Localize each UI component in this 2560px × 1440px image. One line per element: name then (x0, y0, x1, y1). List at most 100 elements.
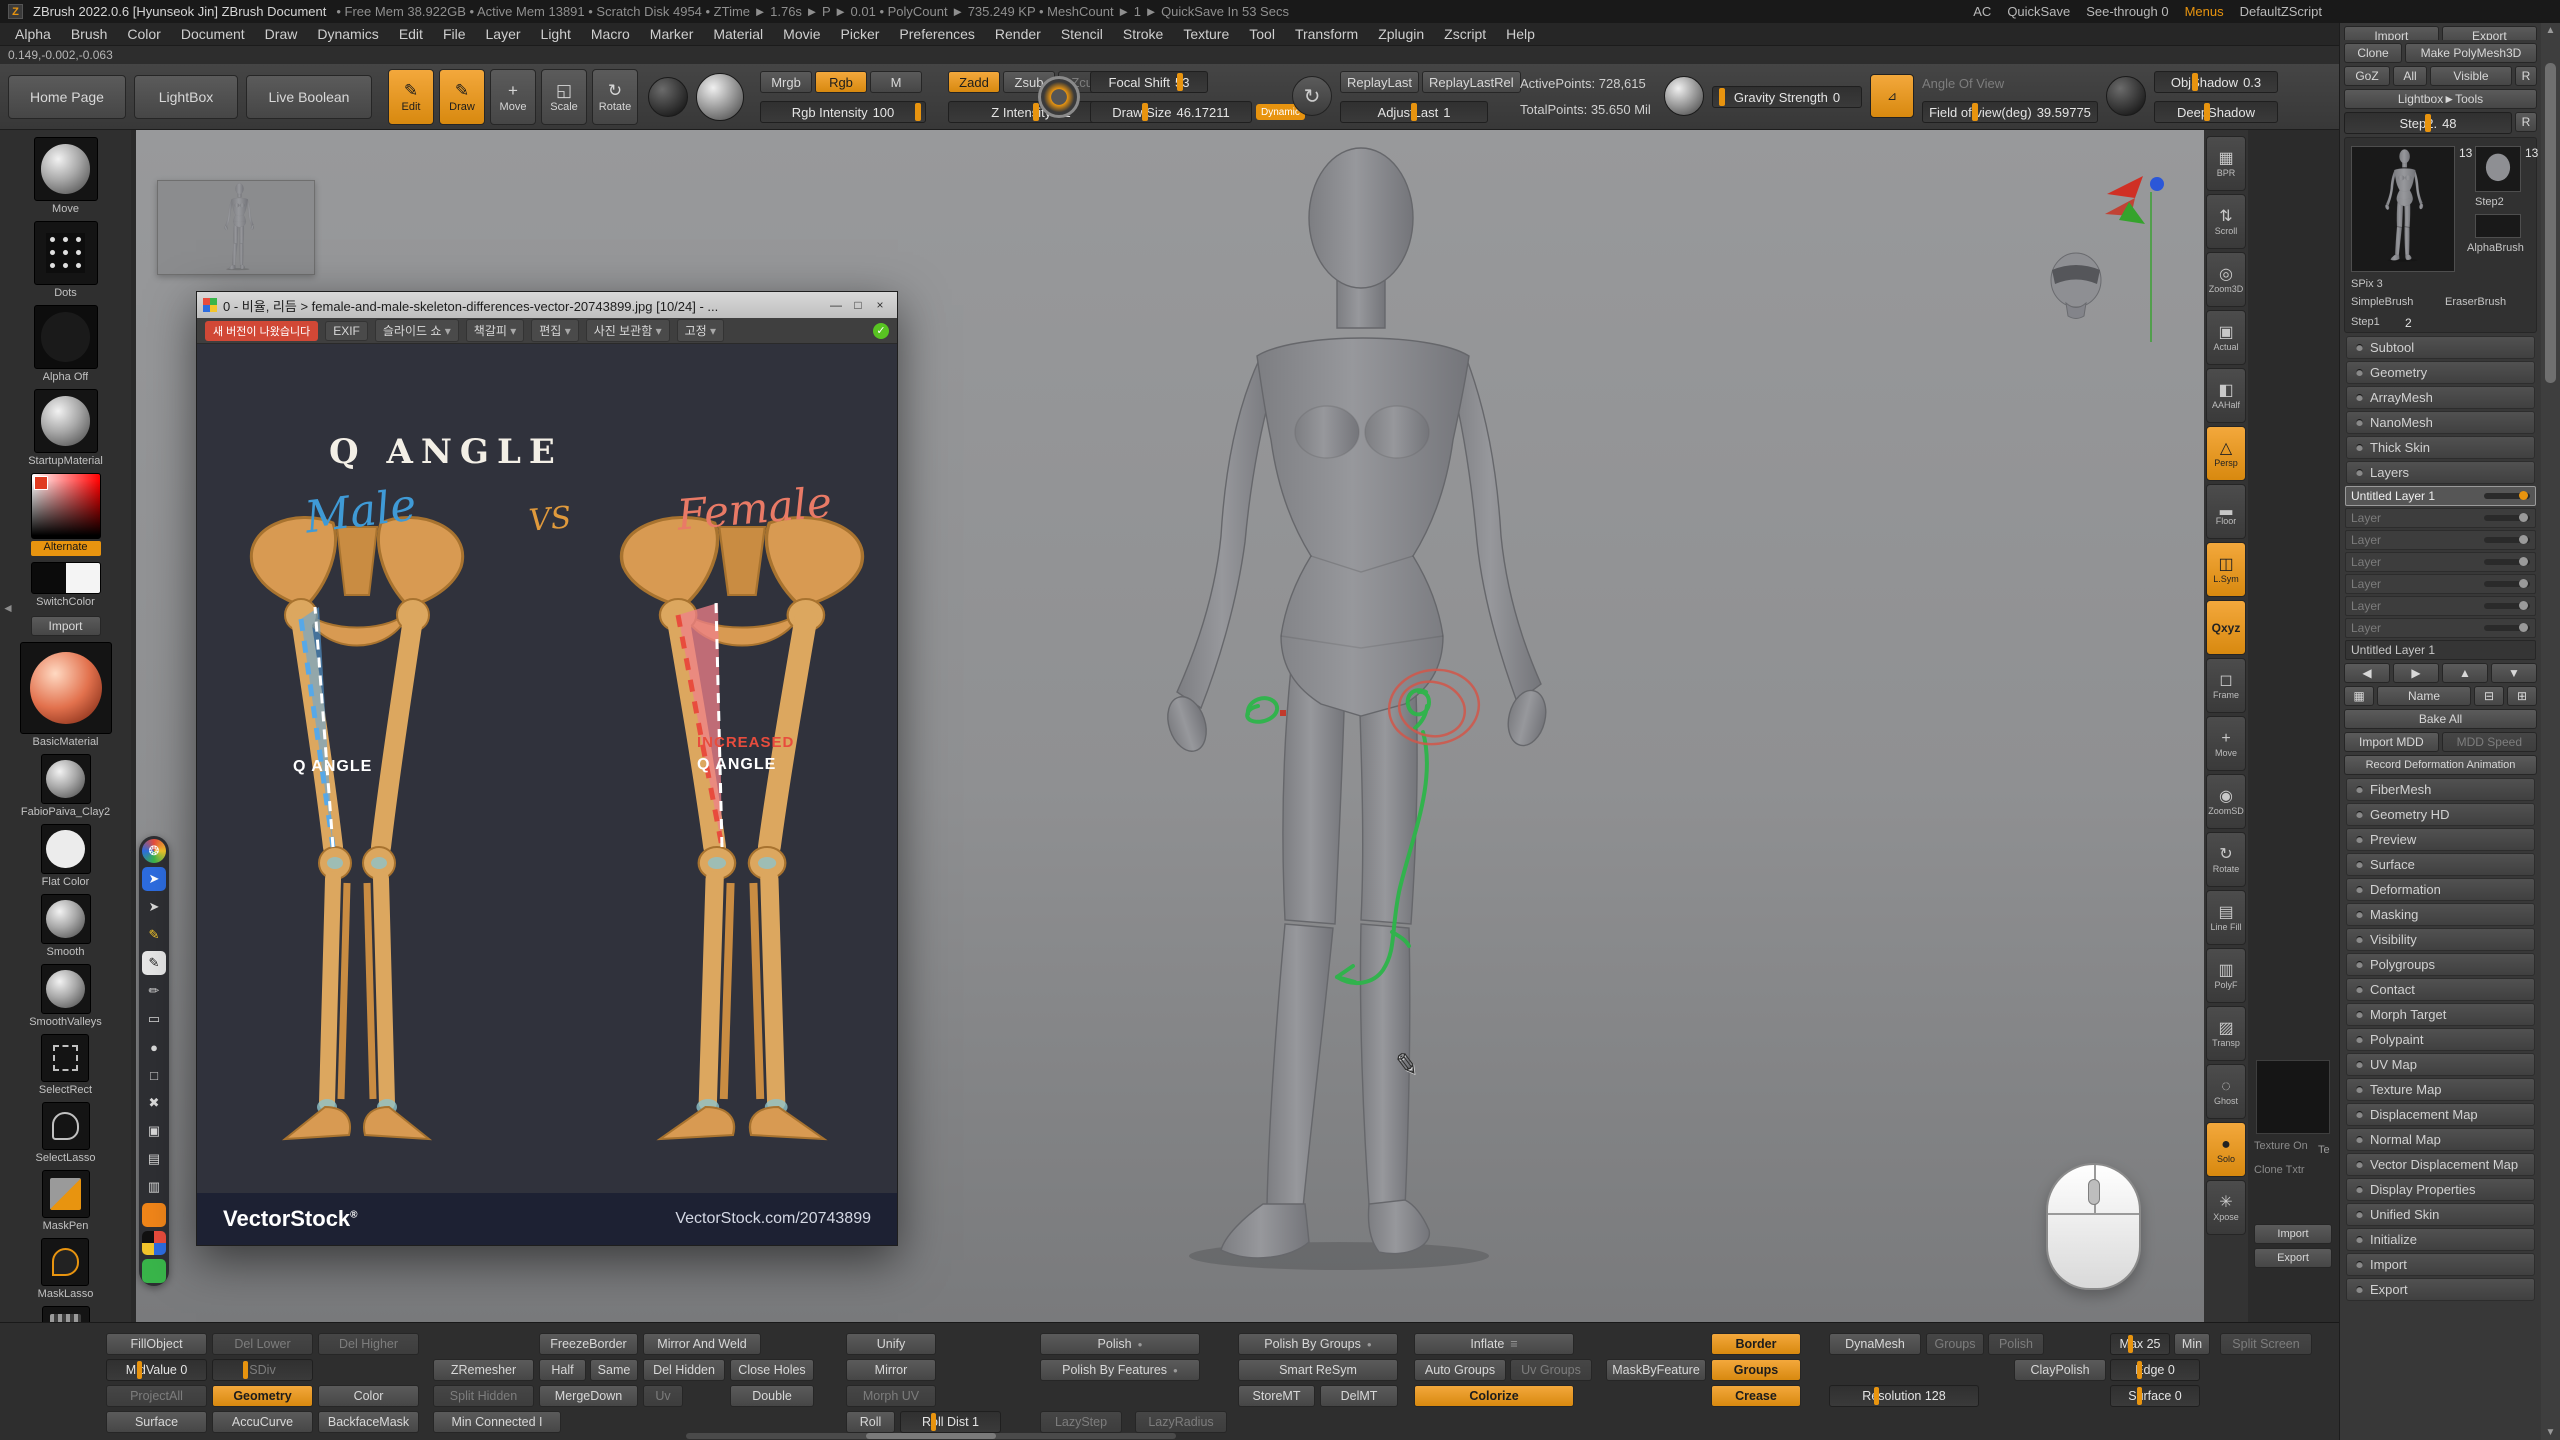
home-page-button[interactable]: Home Page (8, 75, 126, 119)
bottom-tray-button[interactable]: AccuCurve (212, 1411, 313, 1433)
bottom-tray-button[interactable]: Unify (846, 1333, 936, 1355)
leftshelf-item[interactable]: MeshExtrude (33, 1306, 98, 1322)
rightshelf-button[interactable]: ◫ L.Sym (2206, 542, 2246, 597)
menu-item[interactable]: Stroke (1114, 24, 1172, 44)
menu-item[interactable]: Picker (832, 24, 889, 44)
bottom-tray-button[interactable]: BackfaceMask (318, 1411, 419, 1433)
leftshelf-item[interactable]: BasicMaterial (20, 642, 112, 748)
swatch-multi[interactable] (142, 1231, 166, 1255)
bottom-tray-button[interactable]: SDiv (212, 1359, 313, 1381)
default-zscript-button[interactable]: DefaultZScript (2240, 4, 2322, 19)
swatch-green[interactable] (142, 1259, 166, 1283)
layer-intensity-slider[interactable] (2484, 537, 2530, 543)
layers-section-header[interactable]: Layers (2346, 461, 2535, 484)
bottom-tray-button[interactable]: Uv Groups (1510, 1359, 1592, 1381)
leftshelf-item[interactable]: FabioPaiva_Clay2 (21, 754, 110, 818)
menu-item[interactable]: Preferences (890, 24, 983, 44)
tool-section-header[interactable]: Geometry HD (2346, 803, 2535, 826)
tool-palette-button[interactable]: Import (2344, 26, 2439, 40)
menu-item[interactable]: Edit (390, 24, 432, 44)
viewer-window-control-button[interactable]: □ (847, 296, 869, 314)
leftshelf-item[interactable]: Smooth (41, 894, 91, 958)
lightbox-button[interactable]: LightBox (134, 75, 238, 119)
gravity-strength-slider[interactable]: Gravity Strength0 (1712, 86, 1862, 108)
record-deformation-button[interactable]: Record Deformation Animation (2344, 755, 2537, 775)
bottom-tray-button[interactable]: Morph UV (846, 1385, 936, 1407)
texture-thumbnail[interactable] (2256, 1060, 2330, 1134)
rightshelf-button[interactable]: ↻ Rotate (2206, 832, 2246, 887)
tool-section-header[interactable]: Morph Target (2346, 1003, 2535, 1026)
bottom-tray-button[interactable]: Border (1711, 1333, 1801, 1355)
layer-row[interactable]: Layer (2345, 552, 2536, 572)
see-through-slider[interactable]: See-through 0 (2086, 4, 2168, 19)
menu-item[interactable]: Alpha (6, 24, 60, 44)
bottom-tray-button[interactable]: DelMT (1320, 1385, 1398, 1407)
leftshelf-item[interactable]: SwitchColor (31, 562, 101, 608)
clipboard-icon[interactable]: ▤ (142, 1147, 166, 1171)
tool-section-header[interactable]: Contact (2346, 978, 2535, 1001)
paint-mode-button[interactable]: Mrgb (760, 71, 812, 93)
layer-row-active[interactable]: Untitled Layer 1 (2345, 486, 2536, 506)
bottom-tray-button[interactable]: Surface (106, 1411, 207, 1433)
mode-button[interactable]: ↻ Rotate (592, 69, 638, 125)
menu-item[interactable]: File (434, 24, 475, 44)
deepshadow-slider[interactable]: DeepShadow (2154, 101, 2278, 123)
step2-slider[interactable]: Step2.48 (2344, 112, 2512, 134)
bottom-tray-button[interactable]: Inflate (1414, 1333, 1574, 1355)
rightshelf-button[interactable]: ▂ Floor (2206, 484, 2246, 539)
menu-item[interactable]: Texture (1174, 24, 1238, 44)
bottom-tray-button[interactable]: ZRemesher (433, 1359, 534, 1381)
rightshelf-button[interactable]: ▥ PolyF (2206, 948, 2246, 1003)
import-mdd-button[interactable]: Import MDD (2344, 732, 2439, 752)
viewer-window-control-button[interactable]: — (825, 296, 847, 314)
tool-section-header[interactable]: Surface (2346, 853, 2535, 876)
bottom-tray-button[interactable]: Polish By Groups (1238, 1333, 1398, 1355)
tool-section-header[interactable]: Unified Skin (2346, 1203, 2535, 1226)
bottom-tray-button[interactable]: Same (590, 1359, 638, 1381)
bottom-tray-button[interactable]: Polish (1988, 1333, 2044, 1355)
menu-item[interactable]: Stencil (1052, 24, 1112, 44)
tool-section-header[interactable]: Texture Map (2346, 1078, 2535, 1101)
bottom-tray-button[interactable]: ClayPolish (2014, 1359, 2106, 1381)
pencil-icon[interactable]: ✏ (142, 979, 166, 1003)
rightshelf-button[interactable]: ◻ Frame (2206, 658, 2246, 713)
leftshelf-item[interactable]: SelectLasso (36, 1102, 96, 1164)
scrollbar-thumb[interactable] (2545, 63, 2556, 383)
active-tool-thumbnail[interactable] (2351, 146, 2455, 272)
exif-button[interactable]: EXIF (325, 321, 368, 341)
right-scrollbar[interactable]: ▲ ▼ (2541, 23, 2560, 1440)
alphabrush-thumbnail[interactable] (2475, 214, 2521, 238)
bottom-tray-button[interactable]: Auto Groups (1414, 1359, 1506, 1381)
bottom-tray-button[interactable]: Groups (1926, 1333, 1984, 1355)
stroke-thumbnail[interactable] (648, 77, 688, 117)
menu-item[interactable]: Movie (774, 24, 829, 44)
epic-pen-logo-icon[interactable]: ❂ (142, 839, 166, 863)
bottom-tray-button[interactable]: Geometry (212, 1385, 313, 1407)
bottom-tray-button[interactable]: Colorize (1414, 1385, 1574, 1407)
viewer-menu-button[interactable]: 책갈피 (466, 319, 524, 342)
cursor-icon[interactable]: ➤ (142, 867, 166, 891)
tool-section-header[interactable]: NanoMesh (2346, 411, 2535, 434)
head-model-preview[interactable] (2036, 250, 2116, 320)
bottom-tray-button[interactable]: DynaMesh (1829, 1333, 1921, 1355)
clone-txtr-label[interactable]: Clone Txtr (2254, 1164, 2305, 1176)
mode-button[interactable]: ✎ Edit (388, 69, 434, 125)
alpha-sphere-thumbnail[interactable] (696, 73, 744, 121)
recent-tool-thumbnail[interactable] (2475, 146, 2521, 192)
layer-nav-arrow[interactable]: ▶ (2393, 663, 2439, 683)
quicksave-button[interactable]: QuickSave (2007, 4, 2070, 19)
bottom-tray-button[interactable]: Double (730, 1385, 814, 1407)
focal-shift-slider[interactable]: Focal Shift53 (1090, 71, 1208, 93)
rgb-intensity-slider[interactable]: Rgb Intensity100 (760, 101, 926, 123)
update-badge[interactable]: 새 버전이 나왔습니다 (205, 321, 318, 341)
rightshelf-button[interactable]: ▨ Transp (2206, 1006, 2246, 1061)
paint-mode-button[interactable]: Rgb (815, 71, 867, 93)
replay-button[interactable]: ReplayLast (1340, 71, 1419, 93)
viewer-menu-button[interactable]: 슬라이드 쇼 (375, 319, 459, 342)
texture-import-button[interactable]: Import (2254, 1224, 2332, 1244)
layer-intensity-slider[interactable] (2484, 493, 2530, 499)
field-of-view-slider[interactable]: Field of view(deg)39.59775 (1922, 101, 2098, 123)
clone-button[interactable]: Clone (2344, 43, 2402, 63)
bottom-tray-button[interactable]: Half (539, 1359, 586, 1381)
make-polymesh3d-button[interactable]: Make PolyMesh3D (2405, 43, 2537, 63)
